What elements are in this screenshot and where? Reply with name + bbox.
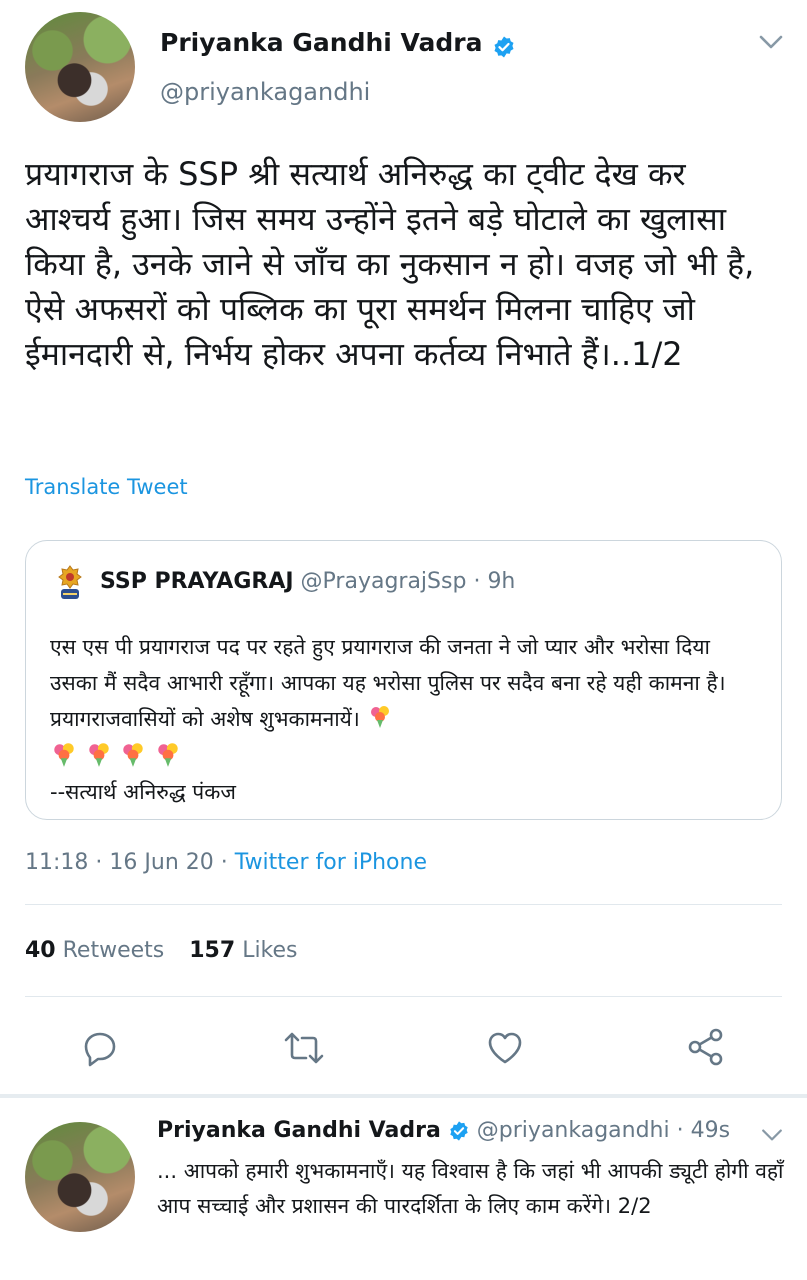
bouquet-icon: [123, 743, 144, 767]
likes-label: Likes: [242, 938, 298, 963]
like-button[interactable]: [485, 1028, 525, 1068]
reply-icon: [84, 1032, 116, 1067]
quoted-author-name[interactable]: SSP PRAYAGRAJ: [100, 569, 294, 594]
retweet-icon: [284, 1032, 324, 1064]
quoted-header: SSP PRAYAGRAJ @PrayagrajSsp · 9h: [100, 569, 515, 594]
retweets-label: Retweets: [62, 938, 165, 963]
tweet-date: 16 Jun 20: [109, 850, 214, 875]
separator-dot: ·: [676, 1118, 684, 1143]
tweet-meta: 11:18 · 16 Jun 20 · Twitter for iPhone: [25, 850, 427, 875]
author-name[interactable]: Priyanka Gandhi Vadra: [160, 28, 483, 57]
quoted-text-block: एस एस पी प्रयागराज पद पर रहते हुए प्रयाग…: [50, 629, 760, 810]
translate-tweet-link[interactable]: Translate Tweet: [25, 475, 188, 499]
quoted-author-handle[interactable]: @PrayagrajSsp: [301, 569, 467, 594]
reply-text: ... आपको हमारी शुभकामनाएँ। यह विश्वास है…: [157, 1159, 784, 1218]
bouquet-icon: [88, 743, 109, 767]
reply-header: Priyanka Gandhi Vadra @priyankagandhi · …: [157, 1118, 730, 1143]
likes-stat[interactable]: 157 Likes: [189, 938, 297, 963]
separator-dot: ·: [220, 850, 228, 875]
reply-author-handle[interactable]: @priyankagandhi: [477, 1118, 670, 1143]
retweet-button[interactable]: [282, 1028, 326, 1068]
reply-age: 49s: [690, 1118, 731, 1143]
reply-button[interactable]: [80, 1028, 120, 1068]
tweet-text: प्रयागराज के SSP श्री सत्यार्थ अनिरुद्ध …: [25, 155, 755, 373]
divider: [25, 996, 782, 997]
quoted-tweet-card[interactable]: SSP PRAYAGRAJ @PrayagrajSsp · 9h एस एस प…: [25, 540, 782, 820]
retweets-count: 40: [25, 938, 56, 963]
verified-icon: [450, 1121, 468, 1141]
police-emblem-icon: [58, 565, 82, 599]
bouquet-icon: [158, 743, 178, 767]
separator-dot: ·: [95, 850, 103, 875]
reply-author-name[interactable]: Priyanka Gandhi Vadra: [157, 1118, 441, 1143]
divider: [25, 904, 782, 905]
chevron-down-icon[interactable]: [760, 1128, 784, 1142]
tweet-time: 11:18: [25, 850, 89, 875]
retweets-stat[interactable]: 40 Retweets: [25, 938, 171, 963]
share-icon: [688, 1028, 723, 1066]
tweet-stats: 40 Retweets 157 Likes: [25, 938, 298, 963]
reply-author-avatar[interactable]: [25, 1122, 135, 1232]
verified-icon: [494, 36, 514, 57]
like-icon: [488, 1032, 522, 1064]
tweet-source-link[interactable]: Twitter for iPhone: [235, 850, 427, 875]
quoted-signature: --सत्यार्थ अनिरुद्ध पंकज: [50, 780, 236, 804]
bouquet-icon: [54, 743, 74, 767]
bouquet-icon: [367, 703, 393, 740]
share-button[interactable]: [685, 1026, 727, 1068]
section-divider: [0, 1094, 807, 1098]
author-handle[interactable]: @priyankagandhi: [160, 78, 370, 106]
author-name-row[interactable]: Priyanka Gandhi Vadra: [160, 28, 516, 62]
likes-count: 157: [189, 938, 236, 963]
quoted-age: 9h: [487, 569, 516, 594]
bouquet-row: [50, 740, 760, 774]
author-avatar[interactable]: [25, 12, 135, 122]
chevron-down-icon[interactable]: [758, 34, 784, 50]
separator-dot: ·: [473, 569, 481, 594]
